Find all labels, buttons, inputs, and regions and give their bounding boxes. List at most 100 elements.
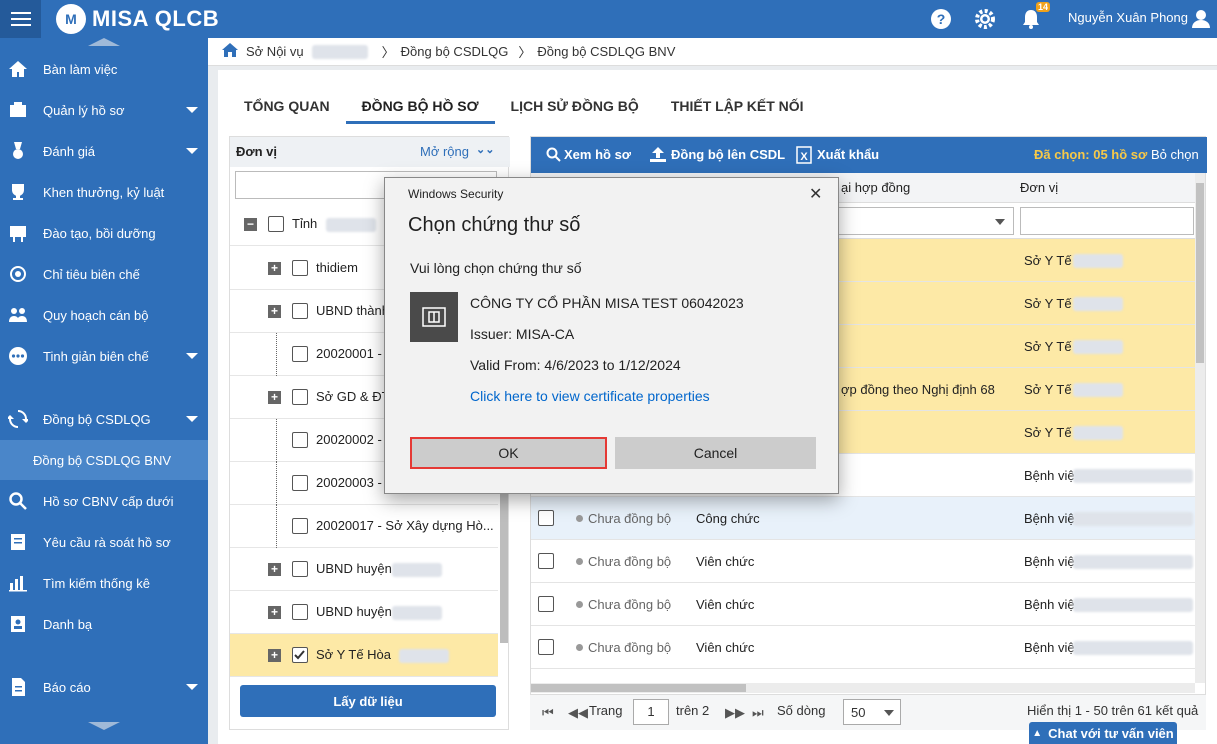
collapse-icon[interactable]: −: [244, 218, 257, 231]
sidebar-item[interactable]: Chỉ tiêu biên chế: [0, 254, 208, 294]
deselect-button[interactable]: Bỏ chọn: [1151, 147, 1199, 162]
tree-checkbox[interactable]: [292, 389, 308, 405]
expand-icon[interactable]: +: [268, 305, 281, 318]
table-row[interactable]: Chưa đồng bộ Viên chức Bệnh việ: [531, 583, 1195, 626]
chevron-down-icon[interactable]: [186, 107, 198, 113]
column-unit[interactable]: Đơn vị: [1020, 180, 1058, 195]
collapse-down-icon[interactable]: [88, 722, 120, 730]
tree-row-label: 20020001 -: [316, 346, 382, 361]
sidebar-item[interactable]: Báo cáo: [0, 667, 208, 707]
cancel-button[interactable]: Cancel: [615, 437, 816, 469]
close-icon[interactable]: ✕: [809, 184, 822, 204]
grid-horizontal-scrollbar[interactable]: [531, 683, 1195, 693]
redacted-text: [1073, 426, 1123, 440]
expand-icon[interactable]: +: [268, 606, 281, 619]
table-row[interactable]: Chưa đồng bộ Viên chức Bệnh việ: [531, 540, 1195, 583]
row-checkbox[interactable]: [538, 510, 554, 526]
bell-icon[interactable]: 14: [1018, 2, 1050, 32]
row-checkbox[interactable]: [538, 639, 554, 655]
chevron-down-icon[interactable]: [186, 684, 198, 690]
app-logo[interactable]: M MISA QLCB: [56, 4, 219, 34]
breadcrumb-item[interactable]: Đồng bộ CSDLQG: [401, 44, 509, 59]
report-icon: [8, 677, 28, 697]
help-icon[interactable]: ?: [928, 6, 954, 32]
page-input[interactable]: 1: [633, 699, 669, 725]
redacted-text: [1073, 641, 1193, 655]
get-data-button[interactable]: Lấy dữ liệu: [240, 685, 496, 717]
sidebar-item[interactable]: Tìm kiếm thống kê: [0, 563, 208, 603]
tree-checkbox[interactable]: [292, 604, 308, 620]
sidebar-item[interactable]: Đồng bộ CSDLQG BNV: [0, 440, 208, 480]
view-profile-button[interactable]: Xem hồ sơ: [564, 147, 631, 162]
tree-row[interactable]: + UBND huyện: [230, 548, 498, 591]
sidebar-item[interactable]: Đào tạo, bồi dưỡng: [0, 213, 208, 253]
dialog-window-title: Windows Security: [408, 187, 504, 201]
user-name[interactable]: Nguyễn Xuân Phong: [1068, 10, 1188, 25]
table-row[interactable]: Chưa đồng bộ Viên chức Bệnh việ: [531, 626, 1195, 669]
tree-row[interactable]: + Sở Y Tế Hòa: [230, 634, 498, 677]
rows-per-page-select[interactable]: 50: [843, 699, 901, 725]
collapse-up-icon[interactable]: [88, 38, 120, 46]
tab-overview[interactable]: TỔNG QUAN: [228, 92, 346, 124]
grid-toolbar: Xem hồ sơ Đồng bộ lên CSDL X Xuất khẩu Đ…: [531, 137, 1207, 173]
tree-checkbox[interactable]: [292, 260, 308, 276]
expand-icon[interactable]: +: [268, 391, 281, 404]
tab-connection-settings[interactable]: THIẾT LẬP KẾT NỐI: [655, 92, 820, 124]
tree-checkbox[interactable]: [292, 432, 308, 448]
ok-button[interactable]: OK: [410, 437, 607, 469]
tree-checkbox[interactable]: [292, 518, 308, 534]
unit-filter-input[interactable]: [1020, 207, 1194, 235]
expand-icon[interactable]: +: [268, 563, 281, 576]
tree-row[interactable]: + UBND huyện: [230, 591, 498, 634]
sidebar-item[interactable]: Khen thưởng, kỷ luật: [0, 172, 208, 212]
next-page-icon[interactable]: ▶▶: [725, 705, 745, 721]
request-icon: [8, 532, 28, 552]
tree-row[interactable]: 20020017 - Sở Xây dựng Hò...: [230, 505, 498, 548]
sidebar-item[interactable]: Quy hoạch cán bộ: [0, 295, 208, 335]
breadcrumb-item[interactable]: Sở Nội vụ: [246, 44, 304, 59]
sidebar-item[interactable]: Bàn làm việc: [0, 49, 208, 89]
contract-filter-select[interactable]: [836, 207, 1014, 235]
sidebar-item[interactable]: Yêu cầu rà soát hồ sơ: [0, 522, 208, 562]
chevron-down-icon[interactable]: [186, 416, 198, 422]
sidebar-item[interactable]: Hồ sơ CBNV cấp dưới: [0, 481, 208, 521]
certificate-properties-link[interactable]: Click here to view certificate propertie…: [470, 388, 710, 404]
sidebar-item[interactable]: Tinh giản biên chế: [0, 336, 208, 376]
chevron-down-icon[interactable]: ⌄⌄: [476, 143, 494, 156]
expand-link[interactable]: Mở rộng: [420, 144, 469, 159]
expand-icon[interactable]: +: [268, 649, 281, 662]
chevron-down-icon[interactable]: [186, 353, 198, 359]
tree-checkbox[interactable]: [292, 647, 308, 663]
sync-to-db-button[interactable]: Đồng bộ lên CSDL: [671, 147, 785, 162]
last-page-icon[interactable]: ⏭: [752, 705, 764, 721]
table-row[interactable]: Chưa đồng bộ Công chức Bệnh việ: [531, 497, 1195, 540]
prev-page-icon[interactable]: ◀◀: [568, 705, 588, 721]
export-button[interactable]: Xuất khẩu: [817, 147, 879, 162]
sidebar-item[interactable]: Danh bạ: [0, 604, 208, 644]
tree-checkbox[interactable]: [292, 303, 308, 319]
sidebar-item[interactable]: Quản lý hồ sơ: [0, 90, 208, 130]
selected-count: Đã chọn: 05 hồ sơ: [1034, 147, 1148, 162]
tree-checkbox[interactable]: [292, 475, 308, 491]
tree-checkbox[interactable]: [268, 216, 284, 232]
user-icon[interactable]: [1188, 6, 1214, 32]
home-icon[interactable]: [222, 43, 238, 60]
redacted-text: [399, 649, 449, 663]
tab-sync-profiles[interactable]: ĐỒNG BỘ HỒ SƠ: [345, 92, 495, 124]
tree-checkbox[interactable]: [292, 346, 308, 362]
chevron-down-icon[interactable]: [186, 148, 198, 154]
first-page-icon[interactable]: ⏮: [542, 705, 554, 721]
tree-checkbox[interactable]: [292, 561, 308, 577]
tab-sync-history[interactable]: LỊCH SỬ ĐỒNG BỘ: [495, 92, 655, 124]
sidebar-item[interactable]: Đồng bộ CSDLQG: [0, 399, 208, 439]
chat-button[interactable]: ▲ Chat với tư vấn viên: [1029, 722, 1177, 744]
row-checkbox[interactable]: [538, 553, 554, 569]
expand-icon[interactable]: +: [268, 262, 281, 275]
gear-icon[interactable]: [972, 6, 998, 32]
row-checkbox[interactable]: [538, 596, 554, 612]
menu-icon[interactable]: [0, 0, 41, 38]
sidebar-item[interactable]: Đánh giá: [0, 131, 208, 171]
grid-vertical-scrollbar[interactable]: [1195, 173, 1205, 683]
sidebar-item-label: Khen thưởng, kỷ luật: [43, 184, 165, 200]
column-contract-type[interactable]: ại hợp đồng: [841, 180, 910, 195]
